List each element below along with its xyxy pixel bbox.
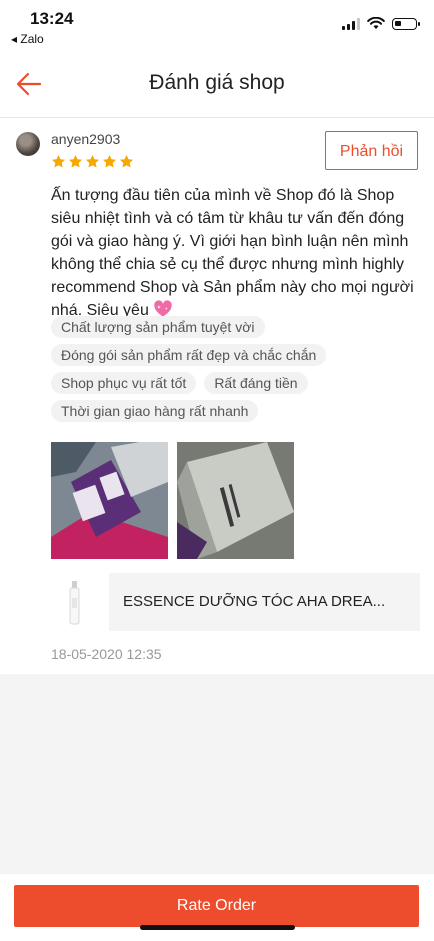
cellular-signal-icon bbox=[342, 17, 360, 30]
battery-icon bbox=[392, 17, 420, 30]
product-name-box: ESSENCE DƯỠNG TÓC AHA DREA... bbox=[109, 573, 420, 631]
home-indicator[interactable] bbox=[140, 925, 295, 930]
review-tag: Chất lượng sản phẩm tuyệt vời bbox=[51, 316, 265, 338]
star-icon bbox=[119, 154, 134, 168]
review-comment-text: Ấn tượng đầu tiên của mình về Shop đó là… bbox=[51, 187, 414, 319]
reviewed-product[interactable]: ESSENCE DƯỠNG TÓC AHA DREA... bbox=[51, 573, 420, 631]
star-icon bbox=[102, 154, 117, 168]
star-icon bbox=[51, 154, 66, 168]
review-photo[interactable] bbox=[51, 442, 168, 559]
review-tag: Đóng gói sản phẩm rất đẹp và chắc chắn bbox=[51, 344, 327, 366]
review-photo-image bbox=[51, 442, 168, 559]
review-tag: Thời gian giao hàng rất nhanh bbox=[51, 400, 259, 422]
nav-bar: Đánh giá shop bbox=[0, 52, 434, 118]
bottom-bar: Rate Order bbox=[0, 874, 434, 941]
status-icons bbox=[342, 17, 420, 30]
product-bottle-image bbox=[69, 581, 80, 625]
reply-button[interactable]: Phản hồi bbox=[325, 131, 418, 170]
star-icon bbox=[68, 154, 83, 168]
status-bar: 13:24 ◂ Zalo bbox=[0, 0, 434, 52]
review-card: anyen2903 Phản hồi Ấn tượng đầu tiên của… bbox=[0, 118, 434, 674]
product-thumbnail bbox=[51, 573, 101, 631]
rating-stars bbox=[51, 154, 134, 169]
back-to-zalo-link[interactable]: ◂ Zalo bbox=[11, 32, 44, 46]
wifi-icon bbox=[367, 17, 385, 29]
review-photo-image bbox=[177, 442, 294, 559]
product-name: ESSENCE DƯỠNG TÓC AHA DREA... bbox=[123, 593, 386, 610]
review-tags: Chất lượng sản phẩm tuyệt vời Đóng gói s… bbox=[51, 316, 426, 422]
review-tag: Shop phục vụ rất tốt bbox=[51, 372, 197, 394]
star-icon bbox=[85, 154, 100, 168]
avatar bbox=[16, 132, 40, 156]
review-timestamp: 18-05-2020 12:35 bbox=[51, 646, 162, 662]
review-comment: Ấn tượng đầu tiên của mình về Shop đó là… bbox=[51, 184, 421, 322]
status-time: 13:24 bbox=[30, 9, 74, 28]
reviewer-username: anyen2903 bbox=[51, 131, 121, 147]
review-photo[interactable] bbox=[177, 442, 294, 559]
review-tag: Rất đáng tiền bbox=[204, 372, 308, 394]
rate-order-button[interactable]: Rate Order bbox=[14, 885, 419, 927]
page-title: Đánh giá shop bbox=[149, 71, 285, 94]
